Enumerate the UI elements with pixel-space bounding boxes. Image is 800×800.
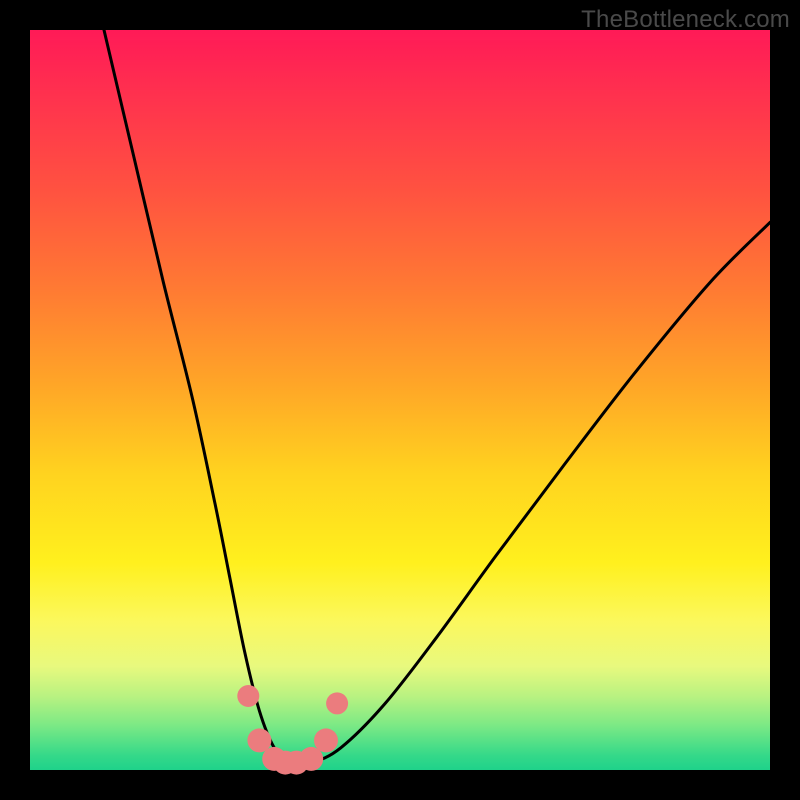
highlight-dot	[314, 728, 338, 752]
curve-path	[104, 30, 770, 764]
highlight-dot	[326, 692, 348, 714]
highlight-dots	[237, 685, 348, 775]
watermark-text: TheBottleneck.com	[581, 6, 790, 34]
chart-frame: TheBottleneck.com	[0, 0, 800, 800]
highlight-dot	[237, 685, 259, 707]
bottleneck-curve	[104, 30, 770, 764]
chart-plot-area	[30, 30, 770, 770]
chart-svg	[30, 30, 770, 770]
